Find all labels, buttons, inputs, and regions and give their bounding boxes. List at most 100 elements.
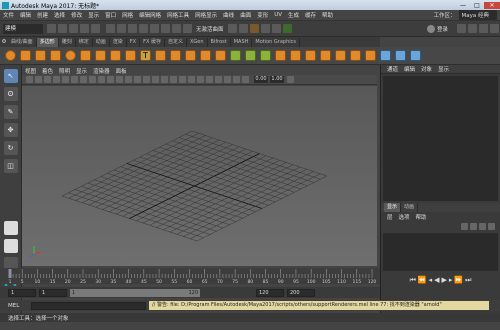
channelbox-menu-edit[interactable]: 编辑 xyxy=(404,65,415,73)
menu-mesh[interactable]: 网格 xyxy=(122,11,133,19)
exposure-field[interactable]: 0.00 xyxy=(254,76,268,83)
backface-culling-icon[interactable] xyxy=(242,76,249,83)
maximize-button[interactable]: □ xyxy=(470,2,484,9)
channelbox-menu-show[interactable]: 显示 xyxy=(438,65,449,73)
minimize-button[interactable]: — xyxy=(456,2,470,9)
perspective-viewport[interactable] xyxy=(22,86,377,266)
go-to-end-icon[interactable]: ⏭ xyxy=(465,276,471,285)
gate-mask-icon[interactable] xyxy=(89,76,96,83)
mirror-icon[interactable] xyxy=(230,50,241,61)
play-forward-icon[interactable]: ▶ xyxy=(442,276,447,284)
poly-cube-icon[interactable] xyxy=(20,50,31,61)
menu-generate[interactable]: 生成 xyxy=(288,11,299,19)
menu-file[interactable]: 文件 xyxy=(3,11,14,19)
tab-fx-caching[interactable]: FX 缓存 xyxy=(140,37,165,47)
layer-list[interactable] xyxy=(383,233,498,271)
tab-mash[interactable]: MASH xyxy=(231,37,253,47)
target-weld-icon[interactable] xyxy=(320,50,331,61)
select-hierarchy-icon[interactable] xyxy=(106,24,115,33)
safe-action-icon[interactable] xyxy=(107,76,114,83)
multi-cut-icon[interactable] xyxy=(305,50,316,61)
channelbox-menu-object[interactable]: 对象 xyxy=(421,65,432,73)
step-forward-icon[interactable]: ▸ xyxy=(449,276,453,284)
quad-draw-icon[interactable] xyxy=(350,50,361,61)
playback-start-field[interactable]: 1 xyxy=(39,288,67,297)
menu-create[interactable]: 创建 xyxy=(37,11,48,19)
layers-menu-help[interactable]: 帮助 xyxy=(416,213,427,221)
hypershade-icon[interactable] xyxy=(282,24,292,33)
textured-icon[interactable] xyxy=(161,76,168,83)
default-material-icon[interactable] xyxy=(143,76,150,83)
layers-tab-anim[interactable]: 动画 xyxy=(401,203,419,212)
auto-uv-icon[interactable] xyxy=(395,50,406,61)
tab-rigging[interactable]: 绑定 xyxy=(76,37,93,47)
viewport-menu-view[interactable]: 视图 xyxy=(25,67,36,75)
render-settings-icon[interactable] xyxy=(271,24,281,33)
image-plane-icon[interactable] xyxy=(53,76,60,83)
render-frame-icon[interactable] xyxy=(249,24,259,33)
camera-attributes-icon[interactable] xyxy=(35,76,42,83)
shadows-icon[interactable] xyxy=(179,76,186,83)
menu-edit-mesh[interactable]: 编辑网格 xyxy=(139,11,161,19)
menu-cache[interactable]: 缓存 xyxy=(305,11,316,19)
snap-grid-icon[interactable] xyxy=(139,24,148,33)
login-button[interactable]: 登录 xyxy=(437,25,448,33)
poly-type-icon[interactable]: T xyxy=(140,50,151,61)
scene-end-field[interactable]: 200 xyxy=(287,288,315,297)
move-layer-up-icon[interactable] xyxy=(461,222,468,230)
open-scene-icon[interactable] xyxy=(58,24,67,33)
layers-menu-options[interactable]: 选项 xyxy=(399,213,410,221)
insert-edge-loop-icon[interactable] xyxy=(365,50,376,61)
move-tool-icon[interactable]: ✥ xyxy=(3,123,18,137)
uv-editor-icon[interactable] xyxy=(410,50,421,61)
motion-blur-icon[interactable] xyxy=(197,76,204,83)
fill-hole-icon[interactable] xyxy=(290,50,301,61)
lasso-tool-icon[interactable]: ʘ xyxy=(3,87,18,101)
color-management-icon[interactable] xyxy=(287,76,294,83)
safe-title-icon[interactable] xyxy=(116,76,123,83)
wireframe-on-shaded-icon[interactable] xyxy=(152,76,159,83)
scale-tool-icon[interactable]: ◫ xyxy=(3,159,18,173)
wireframe-icon[interactable] xyxy=(125,76,132,83)
planar-uv-icon[interactable] xyxy=(380,50,391,61)
ambient-occlusion-icon[interactable] xyxy=(188,76,195,83)
menu-edit[interactable]: 编辑 xyxy=(20,11,31,19)
xray-icon[interactable] xyxy=(224,76,231,83)
tab-custom[interactable]: 自定义 xyxy=(165,37,187,47)
new-layer-selected-icon[interactable] xyxy=(488,222,495,230)
time-slider[interactable]: 1 5 10 15 20 25 30 35 40 45 50 55 60 65 70 75 80 85 90 95 10… xyxy=(0,268,380,284)
snap-curve-icon[interactable] xyxy=(150,24,159,33)
playback-end-field[interactable]: 120 xyxy=(256,288,284,297)
tab-rendering[interactable]: 渲染 xyxy=(110,37,127,47)
combine-icon[interactable] xyxy=(170,50,181,61)
tab-polygons[interactable]: 多边形 xyxy=(36,37,59,47)
menu-surfaces[interactable]: 曲面 xyxy=(240,11,251,19)
scene-start-field[interactable]: 1 xyxy=(8,288,36,297)
film-gate-icon[interactable] xyxy=(71,76,78,83)
camera-select-icon[interactable] xyxy=(26,76,33,83)
poly-disc-icon[interactable] xyxy=(95,50,106,61)
bridge-icon[interactable] xyxy=(260,50,271,61)
account-icon[interactable] xyxy=(426,24,435,33)
menu-mesh-tools[interactable]: 网格工具 xyxy=(167,11,189,19)
gamma-field[interactable]: 1.00 xyxy=(270,76,284,83)
step-forward-key-icon[interactable]: ⏩ xyxy=(454,276,463,284)
menu-deform[interactable]: 变形 xyxy=(257,11,268,19)
poly-cylinder-icon[interactable] xyxy=(35,50,46,61)
extrude-icon[interactable] xyxy=(245,50,256,61)
smooth-shade-icon[interactable] xyxy=(134,76,141,83)
single-view-layout-icon[interactable] xyxy=(3,221,18,235)
channelbox-menu-channels[interactable]: 通道 xyxy=(387,65,398,73)
poly-plane-icon[interactable] xyxy=(80,50,91,61)
close-button[interactable]: ✕ xyxy=(484,1,500,9)
tool-settings-icon[interactable] xyxy=(479,24,488,33)
play-backward-icon[interactable]: ◀ xyxy=(434,276,439,284)
menu-curves[interactable]: 曲线 xyxy=(223,11,234,19)
range-bar[interactable]: 1 120 xyxy=(70,288,200,297)
four-view-layout-icon[interactable] xyxy=(3,239,18,253)
boolean-icon[interactable] xyxy=(215,50,226,61)
grid-toggle-icon[interactable] xyxy=(62,76,69,83)
render-view-icon[interactable] xyxy=(238,24,248,33)
viewport-menu-panels[interactable]: 面板 xyxy=(116,67,127,75)
history-icon[interactable] xyxy=(227,24,237,33)
